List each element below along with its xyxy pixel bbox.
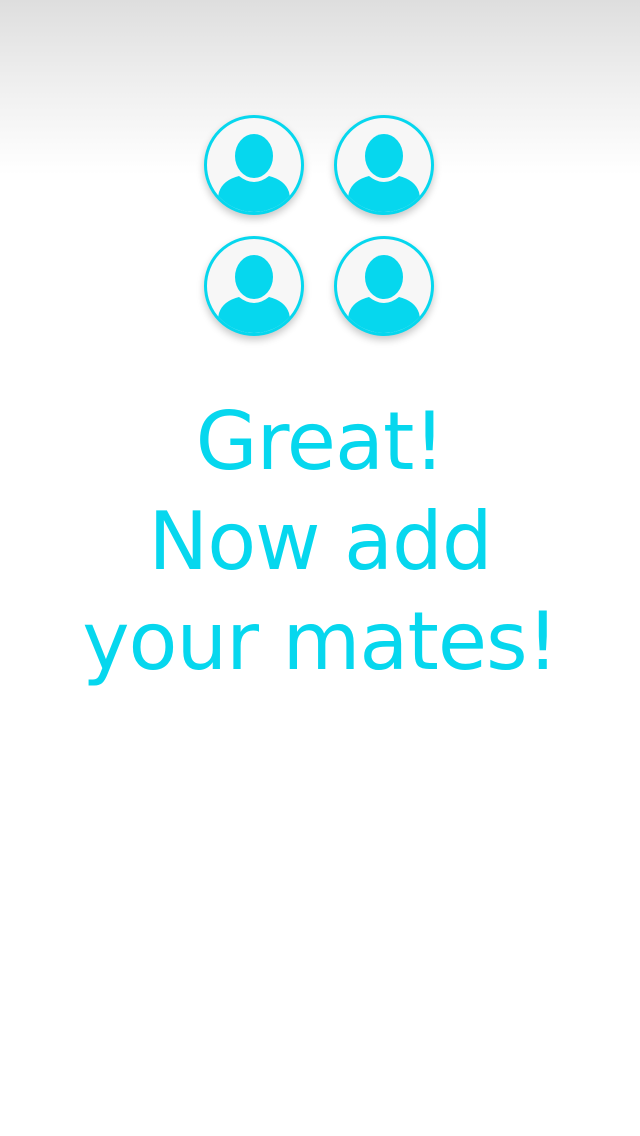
avatar-grid [204, 115, 436, 339]
person-silhouette-icon [215, 134, 293, 212]
headline-line-2: Now add [148, 495, 492, 588]
user-avatar-icon [334, 236, 434, 336]
headline-line-3: your mates! [82, 595, 559, 688]
person-silhouette-icon [345, 134, 423, 212]
user-avatar-icon [334, 115, 434, 215]
user-avatar-icon [204, 236, 304, 336]
headline-line-1: Great! [195, 395, 446, 488]
user-avatar-icon [204, 115, 304, 215]
person-silhouette-icon [345, 255, 423, 333]
person-silhouette-icon [215, 255, 293, 333]
headline: Great! Now add your mates! [0, 392, 640, 692]
